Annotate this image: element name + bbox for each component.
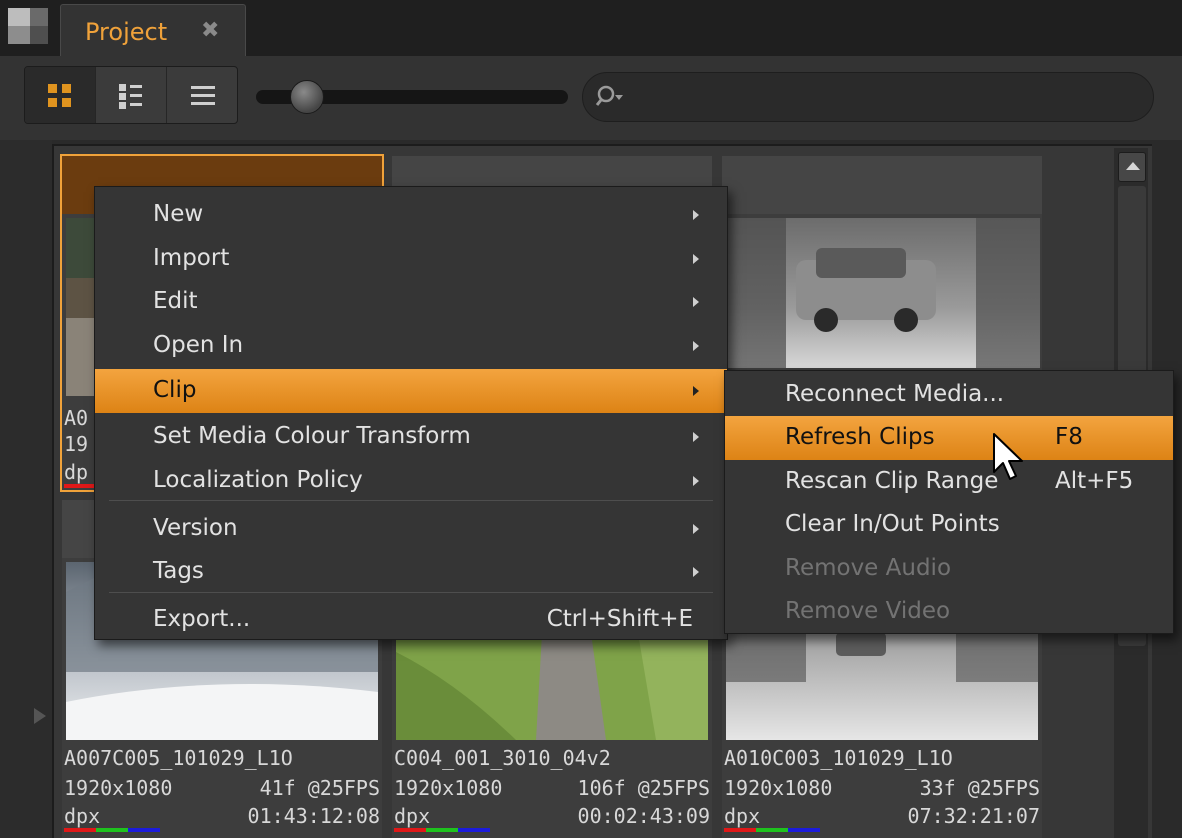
list-view-button[interactable]: [167, 67, 237, 123]
shortcut-label: F8: [1055, 424, 1083, 450]
clip-frames: 33f @25FPS: [919, 776, 1040, 800]
menu-item-clear-in-out-points[interactable]: Clear In/Out Points: [725, 503, 1173, 547]
detail-view-button[interactable]: [96, 67, 167, 123]
menu-separator: [109, 500, 713, 501]
clip-thumbnail: [66, 218, 96, 396]
submenu-arrow-icon: [693, 567, 699, 577]
menu-item-remove-video: Remove Video: [785, 598, 951, 624]
menu-item-localization-policy[interactable]: Localization Policy: [95, 459, 727, 503]
shortcut-label: Alt+F5: [1055, 468, 1134, 494]
menu-item-tags[interactable]: Tags: [95, 550, 727, 594]
title-bar: Project ✖: [0, 0, 1182, 56]
submenu-arrow-icon: [693, 476, 699, 486]
clip-name: A010C003_101029_L1O: [724, 746, 953, 770]
clip-timecode: 01:43:12:08: [247, 804, 380, 828]
clip-frames: 41f @25FPS: [259, 776, 380, 800]
tab-project[interactable]: Project ✖: [60, 4, 246, 56]
clip-submenu: Reconnect Media... Refresh Clips F8 Resc…: [724, 370, 1174, 634]
clip-timecode: 07:32:21:07: [907, 804, 1040, 828]
detail-list-icon: [119, 84, 142, 109]
submenu-arrow-icon: [693, 432, 699, 442]
thumbnail-view-button[interactable]: [25, 67, 96, 123]
menu-item-clip[interactable]: Clip: [95, 369, 727, 413]
expand-arrow-icon[interactable]: [34, 708, 46, 724]
menu-item-set-media-colour-transform[interactable]: Set Media Colour Transform: [95, 415, 727, 459]
search-icon[interactable]: [595, 83, 625, 111]
menu-item-refresh-clips[interactable]: Refresh Clips F8: [725, 416, 1173, 460]
submenu-arrow-icon: [693, 524, 699, 534]
menu-item-version[interactable]: Version: [95, 507, 727, 551]
tab-label: Project: [85, 18, 168, 46]
slider-handle[interactable]: [290, 80, 324, 114]
mouse-cursor-icon: [993, 433, 1023, 480]
menu-item-new[interactable]: New: [95, 193, 727, 237]
menu-item-edit[interactable]: Edit: [95, 280, 727, 324]
clip-name: A007C005_101029_L1O: [64, 746, 293, 770]
thumbnail-grid-icon: [48, 84, 71, 107]
toolbar: [0, 56, 1182, 140]
context-menu: New Import Edit Open In Clip Set Media C…: [94, 186, 728, 640]
submenu-arrow-icon: [693, 386, 699, 396]
menu-item-open-in[interactable]: Open In: [95, 324, 727, 368]
clip-thumbnail: [726, 218, 1040, 368]
shortcut-label: Ctrl+Shift+E: [546, 606, 693, 632]
view-mode-group: [24, 66, 238, 124]
close-icon[interactable]: ✖: [201, 18, 219, 43]
left-gutter: [0, 140, 52, 838]
submenu-arrow-icon: [693, 297, 699, 307]
menu-item-import[interactable]: Import: [95, 237, 727, 281]
menu-item-export[interactable]: Export... Ctrl+Shift+E: [95, 598, 727, 642]
submenu-arrow-icon: [693, 341, 699, 351]
clip-tile[interactable]: [722, 156, 1042, 376]
panel-menu-icon[interactable]: [8, 8, 48, 44]
search-input[interactable]: [582, 72, 1154, 122]
menu-item-reconnect-media[interactable]: Reconnect Media...: [725, 373, 1173, 417]
submenu-arrow-icon: [693, 210, 699, 220]
list-icon: [190, 86, 215, 105]
submenu-arrow-icon: [693, 254, 699, 264]
scroll-up-button[interactable]: [1118, 152, 1146, 182]
clip-frames: 106f @25FPS: [577, 776, 710, 800]
clip-timecode: 00:02:43:09: [577, 804, 710, 828]
menu-separator: [109, 592, 713, 593]
clip-name: C004_001_3010_04v2: [394, 746, 611, 770]
menu-item-rescan-clip-range[interactable]: Rescan Clip Range Alt+F5: [725, 460, 1173, 504]
menu-item-remove-audio: Remove Audio: [785, 555, 952, 581]
